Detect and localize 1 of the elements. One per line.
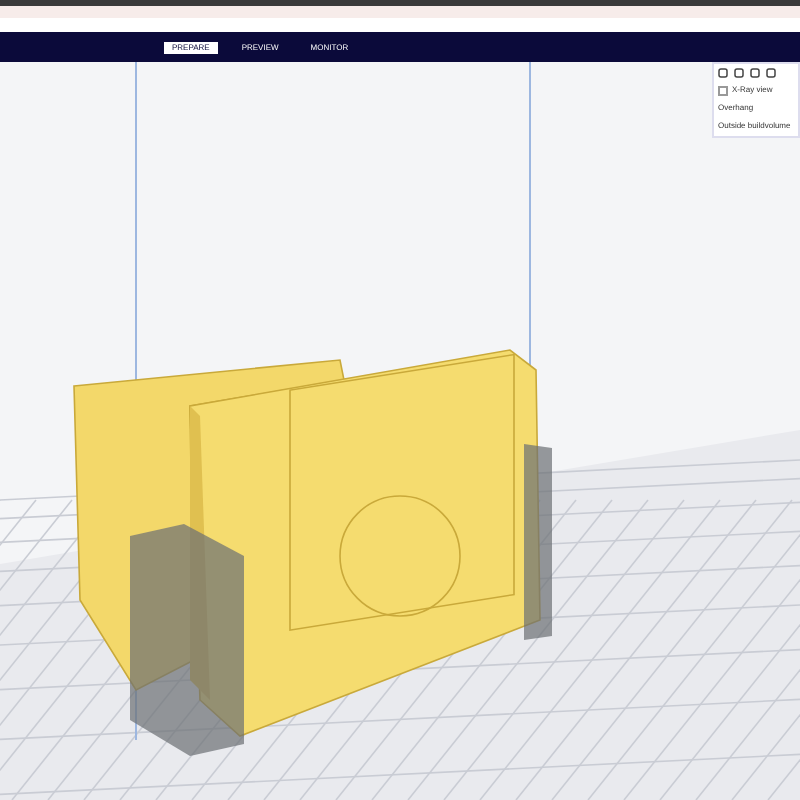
- xray-checkbox[interactable]: [718, 85, 728, 95]
